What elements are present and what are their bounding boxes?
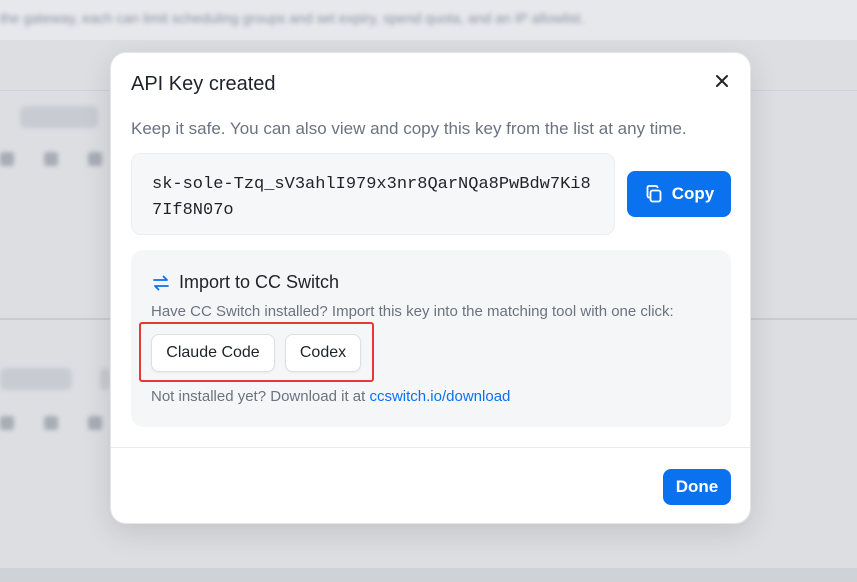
import-description: Have CC Switch installed? Import this ke… [151, 303, 674, 320]
close-button[interactable] [712, 71, 732, 91]
background-icon [88, 416, 102, 430]
footer-divider [111, 447, 750, 448]
background-icon [0, 152, 14, 166]
background-icon [0, 416, 14, 430]
background-header-text: the gateway, each can limit scheduling g… [0, 10, 585, 26]
close-icon [716, 75, 728, 87]
background-icon [88, 152, 102, 166]
api-key-box: sk-sole-Tzq_sV3ahlI979x3nr8QarNQa8PwBdw7… [131, 153, 615, 235]
background-icon [44, 416, 58, 430]
api-key-created-dialog: API Key created Keep it safe. You can al… [110, 52, 751, 524]
codex-button[interactable]: Codex [285, 334, 361, 372]
dialog-subtitle: Keep it safe. You can also view and copy… [131, 119, 687, 138]
download-hint: Not installed yet? Download it at ccswit… [151, 388, 510, 405]
switch-arrows-icon [153, 275, 169, 290]
claude-code-button[interactable]: Claude Code [151, 334, 275, 372]
background-header: the gateway, each can limit scheduling g… [0, 0, 857, 40]
download-link[interactable]: ccswitch.io/download [369, 388, 510, 405]
background-icon [44, 152, 58, 166]
copy-button[interactable]: Copy [627, 171, 731, 217]
background-footer [0, 568, 857, 582]
copy-icon [646, 185, 662, 203]
done-button[interactable]: Done [663, 469, 731, 505]
import-cc-switch-panel: Import to CC Switch Have CC Switch insta… [131, 250, 731, 427]
background-chip [20, 106, 98, 128]
dialog-title: API Key created [131, 73, 276, 95]
import-title: Import to CC Switch [179, 272, 340, 292]
api-key-value[interactable]: sk-sole-Tzq_sV3ahlI979x3nr8QarNQa8PwBdw7… [152, 172, 600, 224]
background-chip [0, 368, 72, 390]
import-header: Import to CC Switch [151, 272, 339, 293]
background-chip [100, 368, 110, 390]
copy-button-label: Copy [671, 184, 715, 203]
download-hint-text: Not installed yet? Download it at [151, 388, 366, 405]
